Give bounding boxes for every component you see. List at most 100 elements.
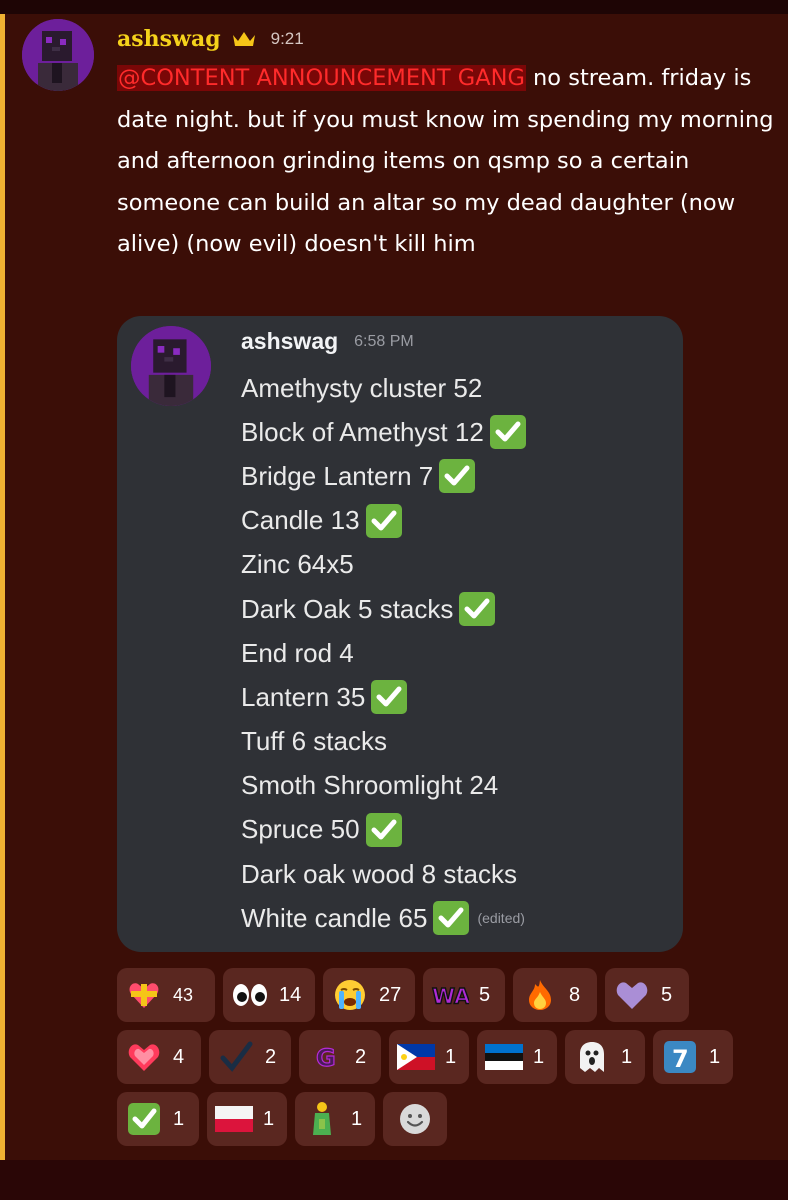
reaction-button[interactable]: 71 [653,1030,733,1084]
item-text: Zinc 64x5 [241,549,354,580]
list-item: White candle 65 (edited) [241,896,526,940]
avatar[interactable] [22,19,94,91]
item-text: Dark Oak 5 stacks [241,593,454,624]
reaction-count: 2 [355,1045,367,1068]
svg-text:G: G [316,1044,336,1072]
bottom-bar [0,1160,788,1200]
item-text: White candle 65 [241,902,428,933]
list-item: Smoth Shroomlight 24 [241,764,526,808]
message-body: no stream. friday is date night. but if … [117,65,774,257]
svg-text:7: 7 [672,1045,689,1073]
reaction-button[interactable]: 1 [389,1030,469,1084]
reaction-count: 1 [621,1045,633,1068]
list-item: Candle 13 [241,499,526,543]
author-name[interactable]: ashswag [117,26,221,52]
ghost-icon [573,1038,611,1076]
person-bottle-icon [303,1100,341,1138]
check-box-icon [125,1100,163,1138]
reaction-button[interactable]: 1 [207,1092,287,1146]
list-item: Dark oak wood 8 stacks [241,852,526,896]
item-text: Bridge Lantern 7 [241,460,434,491]
reaction-row: 43 14 27 WA 5 8 5 [117,968,697,1022]
reaction-button[interactable]: 2 [209,1030,291,1084]
reaction-count: 4 [173,1045,185,1068]
check-mark-icon [365,503,402,538]
reaction-button[interactable]: 4 [117,1030,201,1084]
check-mark-icon [433,901,470,936]
reaction-button[interactable]: 43 [117,968,215,1022]
list-item: Dark Oak 5 stacks [241,587,526,631]
reaction-button[interactable]: 1 [117,1092,199,1146]
avatar-image [22,19,94,91]
item-text: End rod 4 [241,637,354,668]
list-item: End rod 4 [241,631,526,675]
list-item: Zinc 64x5 [241,543,526,587]
item-text: Block of Amethyst 12 [241,416,484,447]
reaction-count: 14 [279,983,302,1006]
embed-author-name: ashswag [241,328,339,354]
embed-avatar [131,326,211,406]
embed-header: ashswag 6:58 PM [241,328,414,355]
reaction-count: 1 [263,1107,275,1130]
reaction-button[interactable]: 1 [477,1030,557,1084]
embed-avatar-image [131,326,211,406]
reaction-button[interactable]: 8 [513,968,597,1022]
mention-highlight-bar [0,14,5,1160]
check-mark-icon [439,459,476,494]
message-timestamp: 9:21 [270,29,304,48]
reaction-count: 1 [351,1107,363,1130]
chat-message[interactable]: ashswag 9:21 @CONTENT ANNOUNCEMENT GANG … [0,14,788,1160]
embed-timestamp: 6:58 PM [354,332,414,350]
reaction-button[interactable]: 27 [323,968,415,1022]
reaction-count: 1 [445,1045,457,1068]
item-list: Amethysty cluster 52 Block of Amethyst 12… [241,366,526,940]
add-reaction-icon [396,1100,434,1138]
image-attachment[interactable]: ashswag 6:58 PM Amethysty cluster 52 Bloc… [117,316,683,952]
reaction-button[interactable]: 1 [565,1030,645,1084]
purple-heart-icon [613,976,651,1014]
reaction-count: 5 [479,983,491,1006]
estonia-flag-icon [485,1038,523,1076]
poland-flag-icon [215,1100,253,1138]
reaction-button[interactable]: G2 [299,1030,381,1084]
keycap-seven-icon: 7 [661,1038,699,1076]
reaction-button[interactable]: 5 [605,968,689,1022]
g-emote-icon: G [307,1038,345,1076]
reaction-button[interactable]: 14 [223,968,315,1022]
list-item: Block of Amethyst 12 [241,410,526,454]
reaction-count: 1 [709,1045,721,1068]
top-bar [0,0,788,14]
item-text: Amethysty cluster 52 [241,372,483,403]
crown-icon [232,32,255,46]
reaction-row: 42G211171 [117,1030,741,1084]
check-mark-icon [365,812,402,847]
item-text: Spruce 50 [241,814,360,845]
edited-label: (edited) [477,910,525,927]
add-reaction-button[interactable] [383,1092,447,1146]
list-item: Amethysty cluster 52 [241,366,526,410]
reaction-count: 43 [173,984,194,1005]
check-mark-icon [489,415,526,450]
checkmark-icon [217,1038,255,1076]
reaction-button[interactable]: WA 5 [423,968,505,1022]
message-header: ashswag 9:21 [117,22,304,56]
list-item: Bridge Lantern 7 [241,454,526,498]
list-item: Tuff 6 stacks [241,720,526,764]
reaction-button[interactable]: 1 [295,1092,375,1146]
reaction-count: 5 [661,983,673,1006]
wa-emote-icon: WA [431,976,469,1014]
role-mention[interactable]: @CONTENT ANNOUNCEMENT GANG [117,65,526,91]
item-text: Candle 13 [241,505,360,536]
message-text: @CONTENT ANNOUNCEMENT GANG no stream. fr… [117,58,777,266]
philippines-flag-icon [397,1038,435,1076]
heart-ribbon-icon [125,976,163,1014]
reaction-count: 2 [265,1045,277,1068]
item-text: Tuff 6 stacks [241,726,387,757]
heartpulse-icon [125,1038,163,1076]
reaction-count: 1 [533,1045,545,1068]
reaction-count: 8 [569,983,581,1006]
reaction-count: 27 [379,983,402,1006]
fire-icon [521,976,559,1014]
check-mark-icon [459,592,496,627]
list-item: Spruce 50 [241,808,526,852]
